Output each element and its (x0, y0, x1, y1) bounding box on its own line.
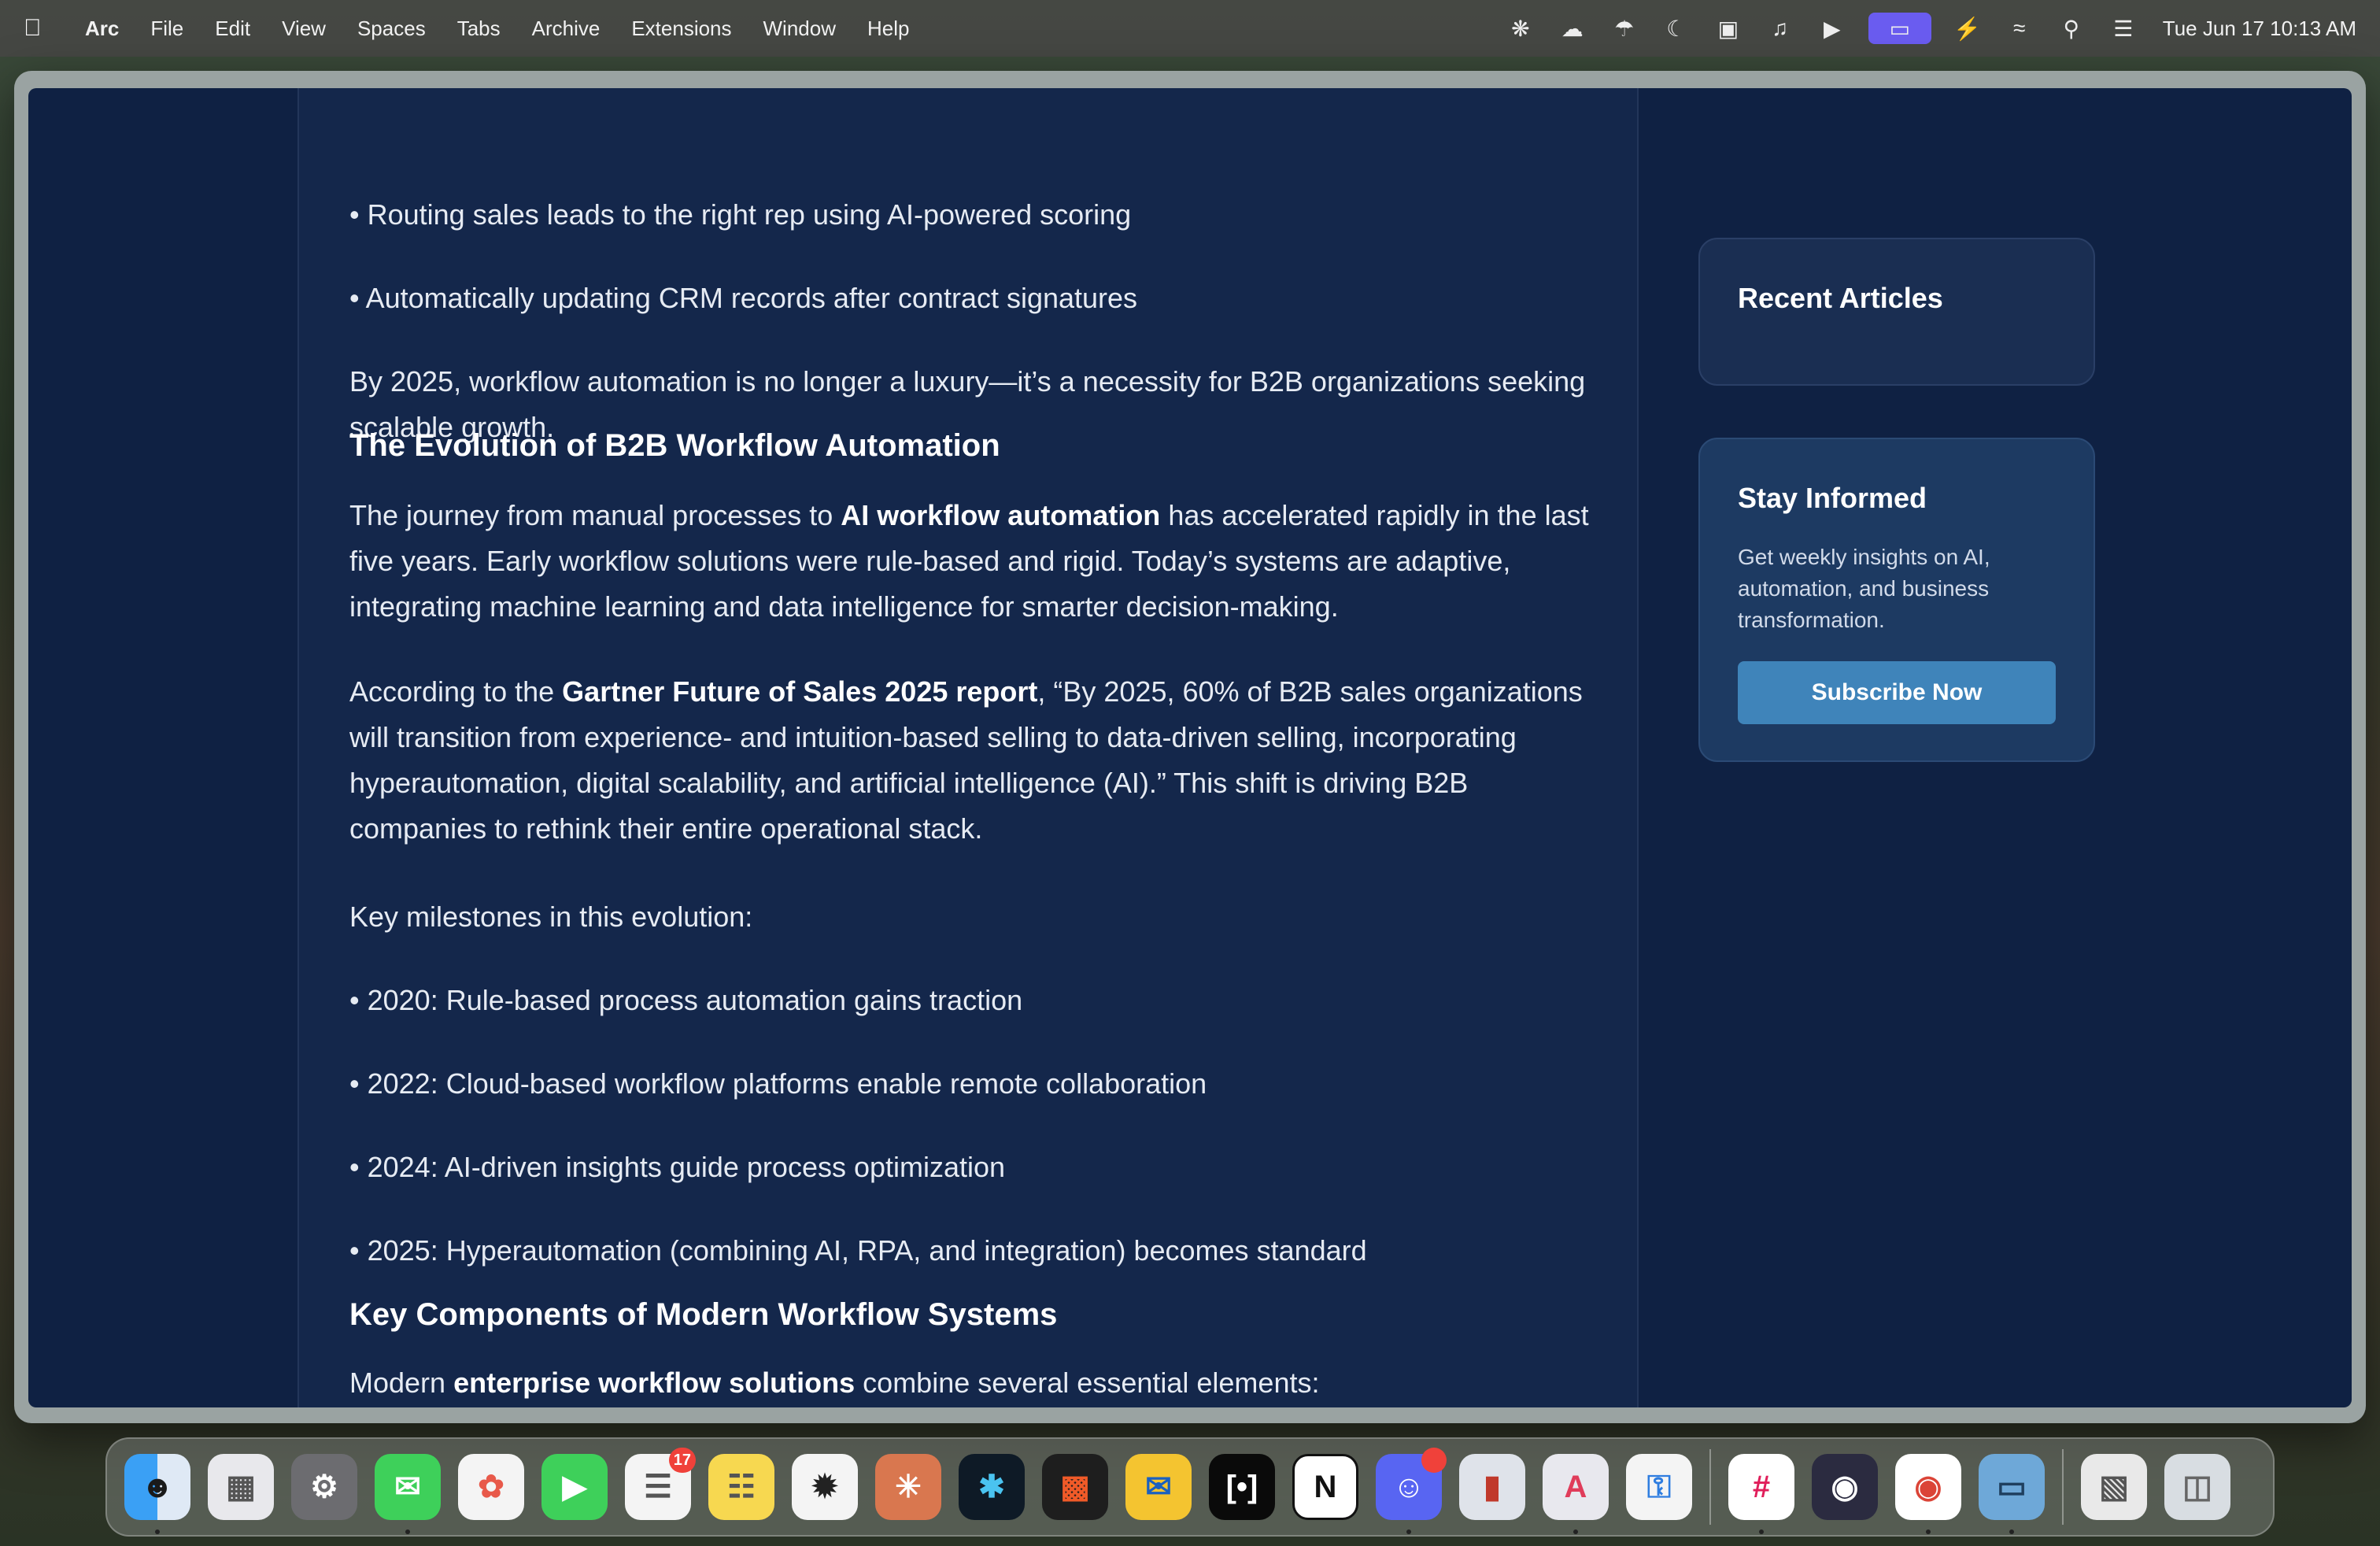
claude-icon[interactable]: ✳ (875, 1454, 941, 1520)
reminders-badge: 17 (668, 1448, 696, 1473)
mail-stamp-icon[interactable]: ✉ (1125, 1454, 1192, 1520)
search-icon[interactable]: ⚲ (2056, 13, 2087, 44)
downloads-stack-icon[interactable]: ▧ (2081, 1454, 2147, 1520)
bold-enterprise-workflow-solutions: enterprise workflow solutions (453, 1367, 856, 1399)
menu-edit[interactable]: Edit (215, 17, 250, 41)
subscribe-button[interactable]: Subscribe Now (1738, 661, 2056, 724)
launchpad-icon[interactable]: ▦ (208, 1454, 274, 1520)
cloud-icon[interactable]: ☁ (1557, 13, 1588, 44)
recent-articles-card: Recent Articles (1698, 238, 2095, 386)
desktop-monitor-icon[interactable]: ▭ (1979, 1454, 2045, 1534)
menu-help[interactable]: Help (867, 17, 909, 41)
milestone-item: • 2025: Hyperautomation (combining AI, R… (349, 1234, 1367, 1267)
newsletter-card: Stay Informed Get weekly insights on AI,… (1698, 438, 2095, 762)
finder-icon[interactable]: ☻ (124, 1454, 190, 1534)
apple-menu-icon[interactable]:  (24, 15, 61, 42)
heading-evolution: The Evolution of B2B Workflow Automation (349, 428, 1000, 463)
airpods-icon[interactable]: ♫ (1765, 13, 1796, 44)
web-viewport: • Routing sales leads to the right rep u… (28, 88, 2352, 1407)
control-center-icon[interactable]: ☰ (2108, 13, 2139, 44)
perplexity-icon[interactable]: ✱ (959, 1454, 1025, 1520)
paragraph-milestones-intro: Key milestones in this evolution: (349, 901, 753, 933)
paragraph-journey: The journey from manual processes to AI … (349, 499, 1589, 623)
newsletter-description: Get weekly insights on AI, automation, a… (1738, 545, 1990, 632)
system-settings-icon[interactable]: ⚙ (291, 1454, 357, 1520)
bold-ai-workflow-automation: AI workflow automation (841, 499, 1161, 531)
globe-grid-icon[interactable]: ▣ (1713, 13, 1744, 44)
dock-separator (1709, 1449, 1711, 1525)
play-icon[interactable]: ▶ (1816, 13, 1848, 44)
cloud-sync-icon[interactable]: ☂ (1609, 13, 1640, 44)
discord-icon[interactable]: ☺ (1376, 1448, 1447, 1534)
stay-informed-title: Stay Informed (1738, 482, 1927, 514)
dock: ☻ ▦ ⚙ ✉ ✿ ▶ ☰ 17 ☷ ✹ ✳ ✱ ▩ ✉ [•] N ☺ ▮ A … (105, 1437, 2275, 1537)
status-area: ❋ ☁ ☂ ☾ ▣ ♫ ▶ ▭ ⚡ ≈ ⚲ ☰ Tue Jun 17 10:13… (1505, 13, 2356, 44)
menu-clock[interactable]: Tue Jun 17 10:13 AM (2163, 17, 2356, 41)
menu-bar:  Arc File Edit View Spaces Tabs Archive… (0, 0, 2380, 57)
chrome-icon[interactable]: ◉ (1895, 1454, 1961, 1534)
menu-file[interactable]: File (150, 17, 183, 41)
slack-icon[interactable]: # (1728, 1454, 1794, 1534)
linear-bracket-icon[interactable]: [•] (1209, 1454, 1275, 1520)
app-orange-blocks-icon[interactable]: ▩ (1042, 1454, 1108, 1520)
wifi-icon[interactable]: ≈ (2004, 13, 2035, 44)
menu-archive[interactable]: Archive (532, 17, 601, 41)
notion-icon[interactable]: N (1292, 1454, 1358, 1520)
menu-spaces[interactable]: Spaces (357, 17, 426, 41)
menu-view[interactable]: View (282, 17, 326, 41)
iphone-mirroring-icon[interactable]: ▮ (1459, 1454, 1525, 1520)
battery-icon[interactable]: ⚡ (1952, 13, 1983, 44)
paragraph-gartner: According to the Gartner Future of Sales… (349, 675, 1583, 845)
messages-icon[interactable]: ✉ (375, 1454, 441, 1534)
heading-key-components: Key Components of Modern Workflow System… (349, 1297, 1058, 1332)
menu-window[interactable]: Window (763, 17, 836, 41)
milestone-item: • 2020: Rule-based process automation ga… (349, 984, 1023, 1016)
milestone-item: • 2024: AI-driven insights guide process… (349, 1151, 1006, 1183)
discord-badge (1421, 1448, 1447, 1473)
recent-articles-title: Recent Articles (1738, 282, 1943, 314)
browser-window: • Routing sales leads to the right rep u… (14, 71, 2366, 1423)
chatgpt-icon[interactable]: ✹ (792, 1454, 858, 1520)
dock-separator (2062, 1449, 2064, 1525)
milestone-item: • 2022: Cloud-based workflow platforms e… (349, 1067, 1207, 1100)
screen-mirroring-icon[interactable]: ▭ (1868, 13, 1931, 44)
menu-app-name[interactable]: Arc (85, 17, 119, 41)
obs-icon[interactable]: ◉ (1812, 1454, 1878, 1520)
reminders-icon[interactable]: ☰ 17 (625, 1448, 696, 1520)
photos-icon[interactable]: ✿ (458, 1454, 524, 1520)
artstudio-icon[interactable]: A (1543, 1454, 1609, 1534)
bullet-item: • Routing sales leads to the right rep u… (349, 198, 1132, 231)
paragraph-components-intro: Modern enterprise workflow solutions com… (349, 1367, 1320, 1399)
bullet-item: • Automatically updating CRM records aft… (349, 282, 1138, 314)
trash-icon[interactable]: ◫ (2164, 1454, 2230, 1520)
menu-tabs[interactable]: Tabs (457, 17, 501, 41)
article-content: • Routing sales leads to the right rep u… (298, 88, 1639, 1407)
passwords-icon[interactable]: ⚿ (1626, 1454, 1692, 1520)
moon-icon[interactable]: ☾ (1661, 13, 1692, 44)
menu-extensions[interactable]: Extensions (631, 17, 731, 41)
facetime-icon[interactable]: ▶ (541, 1454, 608, 1520)
notes-icon[interactable]: ☷ (708, 1454, 774, 1520)
extension-icon[interactable]: ❋ (1505, 13, 1536, 44)
bold-gartner-report: Gartner Future of Sales 2025 report (562, 675, 1038, 708)
